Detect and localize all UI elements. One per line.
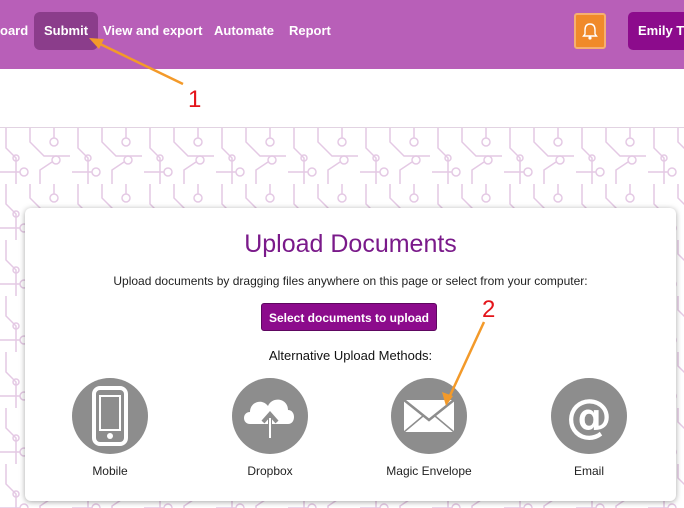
annotation-arrows bbox=[89, 38, 486, 406]
annotation-label-2: 2 bbox=[482, 296, 496, 323]
annotation-arrow-2 bbox=[446, 321, 486, 401]
annotation-label-1: 1 bbox=[188, 86, 202, 113]
annotation-arrowhead-1 bbox=[89, 38, 104, 49]
annotation-arrow-1 bbox=[95, 40, 184, 86]
